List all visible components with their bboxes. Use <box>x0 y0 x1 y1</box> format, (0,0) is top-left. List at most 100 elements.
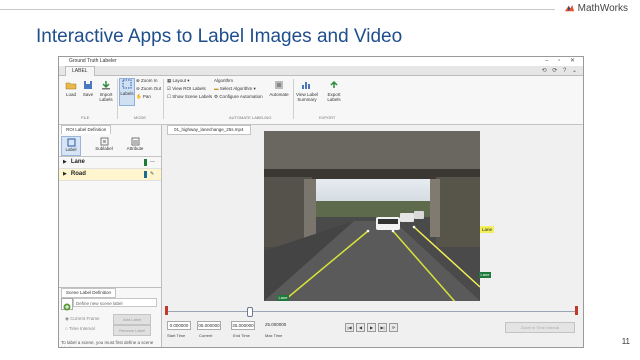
label-row-road[interactable]: ▶ Road ✎ <box>59 169 161 181</box>
pan-icon: ✋ <box>136 94 142 99</box>
first-frame-button[interactable]: |◀ <box>345 323 354 332</box>
ribbon-section-automate: AUTOMATE LABELING <box>229 115 272 120</box>
current-frame-radio[interactable]: ◉ Current Frame <box>65 316 99 322</box>
ribbon-separator <box>163 79 164 119</box>
add-scene-label-button[interactable] <box>61 298 73 311</box>
folder-icon <box>65 82 77 90</box>
load-button[interactable]: Load <box>63 80 79 97</box>
start-time-label: Start Time <box>167 333 186 338</box>
current-time-label: Current <box>199 333 213 338</box>
folder-small-icon: ▬ <box>214 86 219 91</box>
summary-chart-icon <box>302 82 310 89</box>
timeline-start-marker[interactable] <box>165 306 168 315</box>
import-labels-button[interactable]: Import Labels <box>97 80 115 102</box>
lane-tag-right: Lane <box>480 226 494 233</box>
algorithm-title: Algorithm <box>214 78 234 83</box>
last-frame-button[interactable]: ▶| <box>378 323 387 332</box>
video-document-tab[interactable]: 01_highway_lanechange_25s.mp4 <box>167 125 251 135</box>
expand-arrow-icon[interactable]: ▶ <box>63 159 67 165</box>
ribbon-tabstrip: LABEL ⟲ ⟳ ? ⌄ <box>59 66 583 76</box>
view-roi-checkbox[interactable]: ☑ View ROI Labels <box>167 86 206 92</box>
brand: MathWorks <box>564 3 628 14</box>
zoom-time-interval-button[interactable]: Zoom in Time Interval <box>505 322 575 333</box>
label-tools: Label Sublabel Attribute <box>59 134 161 157</box>
import-icon <box>102 81 110 90</box>
time-interval-radio[interactable]: ○ Time Interval <box>65 326 95 331</box>
end-time-label: End Time <box>233 333 250 338</box>
brand-name: MathWorks <box>577 3 628 14</box>
attribute-icon <box>131 137 139 146</box>
gear-icon: ⚙ <box>214 94 219 99</box>
start-time-field[interactable]: 0.000000 <box>167 321 191 330</box>
view-label-summary-button[interactable]: View Label Summary <box>295 80 319 102</box>
ribbon-separator <box>117 79 118 119</box>
previous-frame-button[interactable]: ◀ <box>356 323 365 332</box>
video-frame[interactable] <box>264 131 480 301</box>
label-name: Lane <box>70 159 85 165</box>
ribbon-section-file: FILE <box>81 115 90 120</box>
configure-automation-button[interactable]: ⚙ Configure Automation <box>214 94 263 100</box>
scene-label-input[interactable]: Define new scene label <box>73 298 157 307</box>
label-name: Road <box>70 171 86 177</box>
window-title: Ground Truth Labeler <box>69 58 117 64</box>
road-scene-image <box>264 131 480 301</box>
layout-icon: ▦ <box>167 78 172 83</box>
slide-number: 11 <box>621 337 630 346</box>
export-icon <box>330 80 338 88</box>
mathworks-logo-icon <box>564 4 574 12</box>
label-definition-panel: ROI Label Definition Label Sublabel Attr… <box>59 125 162 347</box>
select-algorithm-dropdown[interactable]: ▬ Select Algorithm ▾ <box>214 86 256 92</box>
label-mode-icon <box>122 79 132 89</box>
ribbon-section-export: EXPORT <box>319 115 336 120</box>
end-time-field[interactable]: 25.000000 <box>231 321 255 330</box>
zoom-out-button[interactable]: ⊖ Zoom Out <box>136 86 161 92</box>
save-button[interactable]: Save <box>80 80 96 97</box>
automate-icon <box>275 81 283 89</box>
lane-tag-left: Lane <box>277 295 289 301</box>
timeline-track[interactable] <box>167 311 577 312</box>
window-controls[interactable]: – ▫ ✕ <box>545 57 579 66</box>
remove-label-button[interactable]: Remove Label <box>113 325 151 336</box>
timeline-end-marker[interactable] <box>575 306 578 315</box>
automate-button[interactable]: Automate <box>269 80 289 97</box>
play-button[interactable]: ▶ <box>367 323 376 332</box>
max-time-label: Max Time <box>265 333 283 338</box>
add-label-button[interactable]: Add Label <box>113 314 151 325</box>
zoom-in-icon: ⊕ <box>136 78 140 83</box>
quick-access-icons[interactable]: ⟲ ⟳ ? ⌄ <box>542 67 579 74</box>
add-attribute-tool[interactable]: Attribute <box>123 136 147 151</box>
show-scene-checkbox[interactable]: ☐ Show Scene Labels <box>167 94 212 100</box>
add-icon <box>63 303 71 311</box>
layout-button[interactable]: ▦ Layout ▾ <box>167 78 190 84</box>
max-time-value: 25.000000 <box>265 322 287 327</box>
label-color-swatch <box>144 171 147 178</box>
window-titlebar: Ground Truth Labeler – ▫ ✕ <box>59 57 583 66</box>
lane-tag-mid: Lane <box>479 272 491 278</box>
labels-mode-button[interactable]: Labels <box>119 78 135 106</box>
add-label-tool[interactable]: Label <box>61 136 81 156</box>
timeline-playhead[interactable] <box>247 307 253 317</box>
ribbon-separator <box>293 79 294 119</box>
ribbon-section-mode: MODE <box>134 115 146 120</box>
current-time-field[interactable]: 05.000000 <box>197 321 221 330</box>
scene-label-definition-tab[interactable]: Scene Label Definition <box>61 288 117 298</box>
tab-label[interactable]: LABEL <box>65 66 95 76</box>
scene-help-text: To label a scene, you must first define … <box>61 340 154 348</box>
label-row-lane[interactable]: ▶ Lane — <box>59 157 161 169</box>
slide-title: Interactive Apps to Label Images and Vid… <box>36 26 403 47</box>
label-tool-icon <box>67 138 75 147</box>
sublabel-icon <box>100 137 108 146</box>
zoom-in-button[interactable]: ⊕ Zoom In <box>136 78 158 84</box>
zoom-out-icon: ⊖ <box>136 86 140 91</box>
app-window: Ground Truth Labeler – ▫ ✕ LABEL ⟲ ⟳ ? ⌄… <box>58 56 584 348</box>
line-shape-icon: — <box>150 159 155 165</box>
label-color-swatch <box>144 159 147 166</box>
expand-arrow-icon[interactable]: ▶ <box>63 171 67 177</box>
slide-header-rule <box>0 9 555 10</box>
scene-label-panel: Scene Label Definition Define new scene … <box>59 287 161 348</box>
ribbon: Load Save Import Labels Labels ⊕ Zoom In… <box>59 76 583 125</box>
pan-button[interactable]: ✋ Pan <box>136 94 151 100</box>
loop-button[interactable]: ⟳ <box>389 323 398 332</box>
add-sublabel-tool[interactable]: Sublabel <box>93 136 115 151</box>
export-labels-button[interactable]: Export Labels <box>323 80 345 102</box>
